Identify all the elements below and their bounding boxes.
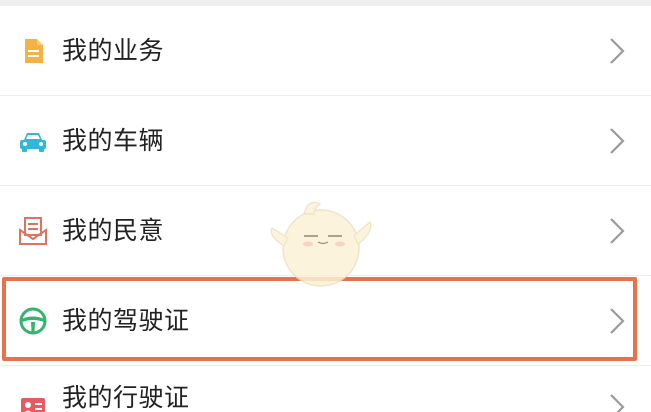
menu-item-label: 我的驾驶证 [62,306,190,335]
chevron-right-icon [610,128,625,154]
envelope-letter-icon [19,217,47,245]
cartoon-bird-watermark [270,201,372,287]
menu-item-label: 我的车辆 [62,126,165,155]
steering-wheel-icon [19,307,47,335]
page: 我的业务 我的车辆 我的民意 我的驾驶证 我的行驶证 [0,0,651,412]
menu-item-label: 我的行驶证 [62,383,190,412]
chevron-right-icon [610,308,625,334]
menu-item-my-vehicles[interactable]: 我的车辆 [0,96,651,186]
chevron-right-icon [610,218,625,244]
menu-item-label: 我的业务 [62,36,165,65]
document-icon [25,39,43,63]
menu-item-my-business[interactable]: 我的业务 [0,6,651,96]
id-card-icon [21,398,45,412]
menu-item-my-vehicle-license[interactable]: 我的行驶证 [0,366,651,412]
car-icon [20,133,46,152]
chevron-right-icon [610,394,625,412]
menu-item-label: 我的民意 [62,216,165,245]
chevron-right-icon [610,38,625,64]
